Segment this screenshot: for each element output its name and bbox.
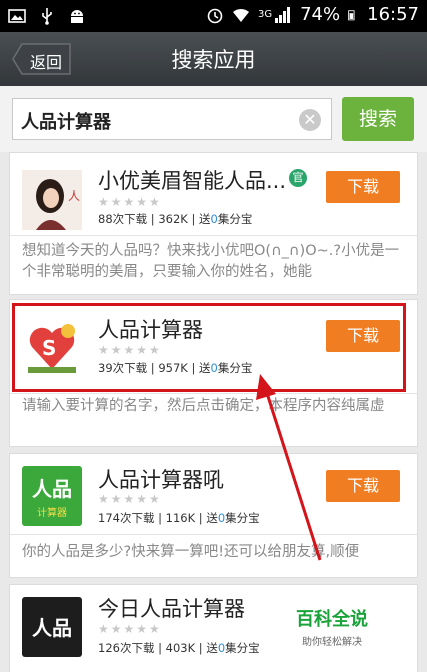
search-button[interactable]: 搜索 — [342, 97, 414, 141]
download-count: 174次下载 — [98, 511, 155, 525]
svg-text:人: 人 — [68, 189, 80, 203]
reward-prefix: 送 — [206, 511, 218, 525]
official-badge-icon: 官 — [289, 169, 307, 187]
battery-icon — [348, 9, 355, 20]
watermark-title: 百科全说 — [296, 609, 368, 630]
divider — [10, 393, 417, 394]
divider — [10, 235, 417, 236]
list-item[interactable]: 人 小优美眉智能人品... 官 ★★★★★ 88次下载 | 362K | 送0集… — [9, 152, 418, 295]
app-icon-renpin-green: 人品 计算器 — [22, 466, 82, 526]
rating-stars: ★★★★★ — [98, 492, 162, 506]
signal-icon — [275, 6, 291, 23]
highlight-box — [12, 303, 406, 392]
status-bar: 3G 74% 16:57 — [0, 0, 427, 32]
reward-suffix: 集分宝 — [217, 212, 253, 226]
page-title: 搜索应用 — [171, 48, 256, 72]
app-size: 116K — [165, 511, 196, 525]
app-name[interactable]: 人品计算器吼 — [98, 464, 224, 494]
download-count: 126次下载 — [98, 641, 155, 655]
search-input-value: 人品计算器 — [21, 112, 111, 133]
gallery-icon — [8, 9, 26, 23]
search-row: 人品计算器 ✕ 搜索 — [0, 86, 427, 152]
app-icon-xiaoyou: 人 — [22, 170, 82, 230]
app-description: 想知道今天的人品吗？快来找小优吧O(∩_∩)O~.?小优是一个非常聪明的美眉，只… — [22, 243, 400, 280]
app-meta: 174次下载 | 116K | 送0集分宝 — [98, 511, 260, 525]
app-icon-text: 人品 — [32, 616, 72, 640]
watermark-logo: 百科全说 助你轻松解决 — [296, 605, 368, 648]
battery-percent: 74% — [300, 4, 341, 25]
reward-prefix: 送 — [199, 212, 211, 226]
network-type: 3G — [257, 9, 273, 20]
app-meta: 126次下载 | 403K | 送0集分宝 — [98, 641, 260, 655]
app-size: 362K — [158, 212, 188, 226]
wifi-icon — [232, 8, 249, 22]
divider — [10, 534, 417, 535]
app-size: 403K — [165, 641, 196, 655]
app-name[interactable]: 今日人品计算器 — [98, 593, 245, 623]
download-count: 88次下载 — [98, 212, 148, 226]
app-name[interactable]: 小优美眉智能人品... — [98, 165, 286, 195]
reward-prefix: 送 — [206, 641, 218, 655]
download-button[interactable]: 下载 — [326, 171, 400, 203]
rating-stars: ★★★★★ — [98, 622, 162, 636]
app-description: 请输入要计算的名字，然后点击确定，本程序内容纯属虚 — [22, 398, 385, 414]
app-icon-renpin-dark: 人品 — [22, 597, 82, 657]
clock: 16:57 — [367, 4, 419, 25]
title-bar: 返回 搜索应用 — [0, 32, 427, 86]
search-input[interactable]: 人品计算器 ✕ — [12, 98, 332, 140]
watermark-subtitle: 助你轻松解决 — [302, 637, 362, 648]
app-icon-subtext: 计算器 — [37, 506, 67, 519]
app-icon-text: 人品 — [32, 477, 72, 501]
list-item[interactable]: 人品 计算器 人品计算器吼 ★★★★★ 174次下载 | 116K | 送0集分… — [9, 453, 418, 578]
annotation-arrow-icon — [256, 374, 322, 561]
reward-value: 0 — [210, 212, 218, 226]
clear-icon[interactable]: ✕ — [299, 109, 321, 131]
rating-stars: ★★★★★ — [98, 195, 162, 209]
usb-icon — [42, 8, 52, 25]
reward-suffix: 集分宝 — [225, 641, 260, 655]
app-description: 你的人品是多少?快来算一算吧!还可以给朋友算,顺便 — [22, 544, 360, 560]
android-icon — [71, 10, 83, 23]
alarm-icon — [207, 8, 223, 23]
app-meta: 88次下载 | 362K | 送0集分宝 — [98, 212, 253, 226]
